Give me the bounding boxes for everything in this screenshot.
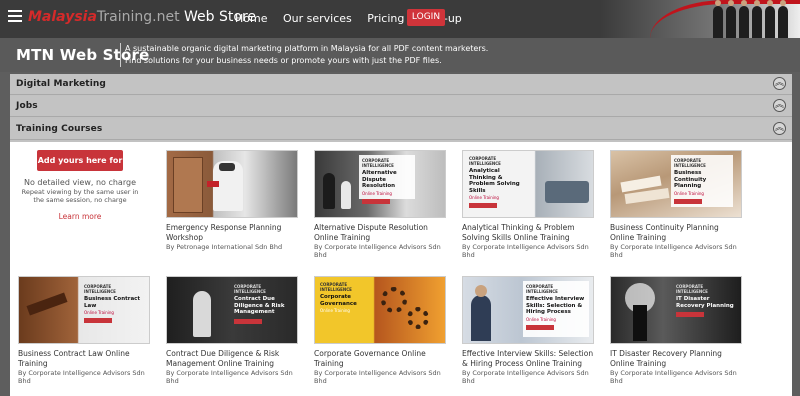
course-title[interactable]: Effective Interview Skills: Selection & … [462,349,596,368]
thumb-title: Alternative Dispute Resolution [362,170,397,189]
learn-more-link[interactable]: Learn more [59,212,102,221]
promo-text: Repeat viewing by the same user in the s… [21,188,139,204]
hamburger-icon[interactable] [8,10,22,22]
thumb-subtitle: Online Training [674,190,704,196]
nav-our-services[interactable]: Our services [283,12,352,25]
course-provider: By Corporate Intelligence Advisors Sdn B… [166,369,293,385]
course-title[interactable]: Contract Due Diligence & Risk Management… [166,349,300,368]
course-card[interactable]: CORPORATE INTELLIGENCE Analytical Thinki… [462,150,596,259]
thumb-badge: CORPORATE INTELLIGENCE [234,284,266,294]
course-provider: By Corporate Intelligence Advisors Sdn B… [462,369,589,385]
chevron-up-double-icon[interactable]: ︽ [773,122,786,135]
section-training-courses[interactable]: Training Courses ︽ [10,119,792,140]
course-card[interactable]: CORPORATE INTELLIGENCE Effective Intervi… [462,276,596,385]
thumb-subtitle: Online Training [362,190,392,196]
course-provider: By Petronage International Sdn Bhd [166,243,283,251]
thumb-subtitle: Online Training [320,308,350,313]
course-card[interactable]: CORPORATE INTELLIGENCE Alternative Dispu… [314,150,448,259]
thumb-title: Contract Due Diligence & Risk Management [234,296,285,315]
course-title[interactable]: IT Disaster Recovery Planning Online Tra… [610,349,744,368]
course-title[interactable]: Business Continuity Planning Online Trai… [610,223,744,242]
thumb-title: Business Continuity Planning [674,170,707,189]
thumb-badge: CORPORATE INTELLIGENCE [320,282,352,292]
banner-desc-line2: Find solutions for your business needs o… [125,55,442,65]
thumb-title: Business Contract Law [84,296,141,309]
course-thumbnail[interactable]: CORPORATE INTELLIGENCE Contract Due Dili… [166,276,298,344]
course-provider: By Corporate Intelligence Advisors Sdn B… [18,369,145,385]
section-label: Digital Marketing [16,79,106,89]
banner-description: A sustainable organic digital marketing … [125,43,488,66]
thumb-title: IT Disaster Recovery Planning [676,296,734,309]
course-thumbnail[interactable]: CORPORATE INTELLIGENCE Alternative Dispu… [314,150,446,218]
thumb-title: Corporate Governance [320,294,357,307]
course-thumbnail[interactable] [166,150,298,218]
course-card[interactable]: Emergency Response Planning Workshop By … [166,150,300,251]
logo-part-malaysia: Malaysia [28,9,97,25]
course-card[interactable]: CORPORATE INTELLIGENCE Contract Due Dili… [166,276,300,385]
course-thumbnail[interactable]: CORPORATE INTELLIGENCE Business Contract… [18,276,150,344]
thumb-title: Effective Interview Skills: Selection & … [526,296,585,315]
store-banner: MTN Web Store A sustainable organic digi… [0,38,800,72]
thumb-badge: CORPORATE INTELLIGENCE [469,156,501,166]
site-logo[interactable]: MalaysiaTraining.net Web Store [28,9,256,25]
course-title[interactable]: Analytical Thinking & Problem Solving Sk… [462,223,596,242]
course-title[interactable]: Business Contract Law Online Training [18,349,152,368]
course-title[interactable]: Alternative Dispute Resolution Online Tr… [314,223,448,242]
course-title[interactable]: Emergency Response Planning Workshop [166,223,300,242]
thumb-subtitle: Online Training [84,310,114,315]
login-button[interactable]: LOGIN [407,9,445,26]
thumb-badge: CORPORATE INTELLIGENCE [676,284,708,294]
thumb-subtitle: Online Training [526,316,556,322]
section-label: Jobs [16,101,38,111]
add-yours-free-button[interactable]: Add yours here for FREE [37,150,123,186]
thumb-badge: CORPORATE INTELLIGENCE [526,284,558,294]
section-digital-marketing[interactable]: Digital Marketing ︽ [10,74,792,95]
thumb-badge: CORPORATE INTELLIGENCE [84,284,116,294]
promo-heading: No detailed view, no charge [24,178,136,187]
section-label: Training Courses [16,124,103,134]
course-card[interactable]: CORPORATE INTELLIGENCE Business Continui… [610,150,744,259]
banner-desc-line1: A sustainable organic digital marketing … [125,44,489,53]
training-courses-content: Add yours here for FREE No detailed view… [10,142,792,396]
top-navbar: MalaysiaTraining.net Web Store Home Our … [0,0,800,38]
course-provider: By Corporate Intelligence Advisors Sdn B… [610,369,737,385]
course-title[interactable]: Corporate Governance Online Training [314,349,448,368]
nav-pricing[interactable]: Pricing [367,12,404,25]
course-provider: By Corporate Intelligence Advisors Sdn B… [462,243,589,259]
course-thumbnail[interactable]: CORPORATE INTELLIGENCE Effective Intervi… [462,276,594,344]
course-thumbnail[interactable]: CORPORATE INTELLIGENCE IT Disaster Recov… [610,276,742,344]
course-provider: By Corporate Intelligence Advisors Sdn B… [610,243,737,259]
banner-divider [120,43,121,67]
thumb-title: Analytical Thinking & Problem Solving Sk… [469,168,520,194]
free-listing-promo: Add yours here for FREE No detailed view… [20,150,140,223]
course-card[interactable]: CORPORATE INTELLIGENCE Business Contract… [18,276,152,385]
thumb-badge: CORPORATE INTELLIGENCE [362,158,394,168]
chevron-up-double-icon[interactable]: ︽ [773,99,786,112]
nav-home[interactable]: Home [235,12,267,25]
thumb-badge: CORPORATE INTELLIGENCE [674,158,706,168]
course-thumbnail[interactable]: CORPORATE INTELLIGENCE Corporate Governa… [314,276,446,344]
course-provider: By Corporate Intelligence Advisors Sdn B… [314,369,441,385]
course-card[interactable]: CORPORATE INTELLIGENCE IT Disaster Recov… [610,276,744,385]
chevron-up-double-icon[interactable]: ︽ [773,77,786,90]
section-jobs[interactable]: Jobs ︽ [10,96,792,117]
course-provider: By Corporate Intelligence Advisors Sdn B… [314,243,441,259]
course-card[interactable]: CORPORATE INTELLIGENCE Corporate Governa… [314,276,448,385]
logo-part-training: Training.net [96,9,180,25]
business-people-image [713,0,788,38]
main-panel: Digital Marketing ︽ Jobs ︽ Training Cour… [10,74,792,396]
course-thumbnail[interactable]: CORPORATE INTELLIGENCE Analytical Thinki… [462,150,594,218]
thumb-subtitle: Online Training [469,195,499,200]
course-thumbnail[interactable]: CORPORATE INTELLIGENCE Business Continui… [610,150,742,218]
